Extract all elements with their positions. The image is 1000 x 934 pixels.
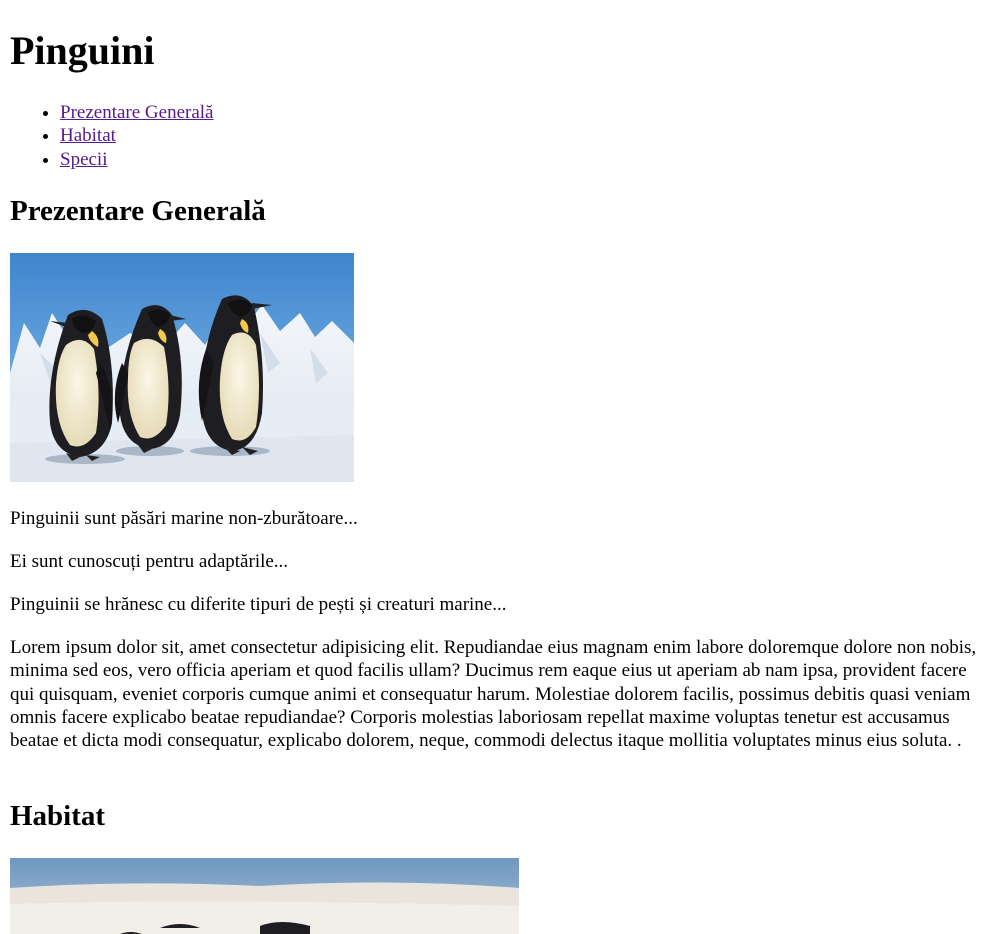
nav-link-species[interactable]: Specii: [60, 149, 108, 170]
page: Pinguini Prezentare Generală Habitat Spe…: [0, 0, 1000, 934]
page-title: Pinguini: [10, 28, 155, 73]
paragraph: Pinguinii sunt păsări marine non-zburăto…: [10, 508, 358, 529]
paragraph: Ei sunt cunoscuți pentru adaptările...: [10, 551, 289, 572]
nav-item-habitat: Habitat: [60, 124, 213, 147]
nav-item-species: Specii: [60, 148, 213, 171]
habitat-photo: [10, 858, 519, 934]
section-heading-general: Prezentare Generală: [10, 195, 266, 227]
nav-link-general[interactable]: Prezentare Generală: [60, 102, 213, 123]
nav-item-general: Prezentare Generală: [60, 101, 213, 124]
paragraph: Pinguinii se hrănesc cu diferite tipuri …: [10, 594, 507, 615]
paragraph: Lorem ipsum dolor sit, amet consectetur …: [10, 637, 977, 752]
nav-link-habitat[interactable]: Habitat: [60, 125, 116, 146]
section-heading-habitat: Habitat: [10, 800, 106, 832]
nav-list: Prezentare Generală Habitat Specii: [10, 101, 213, 171]
penguins-photo: [10, 253, 354, 482]
